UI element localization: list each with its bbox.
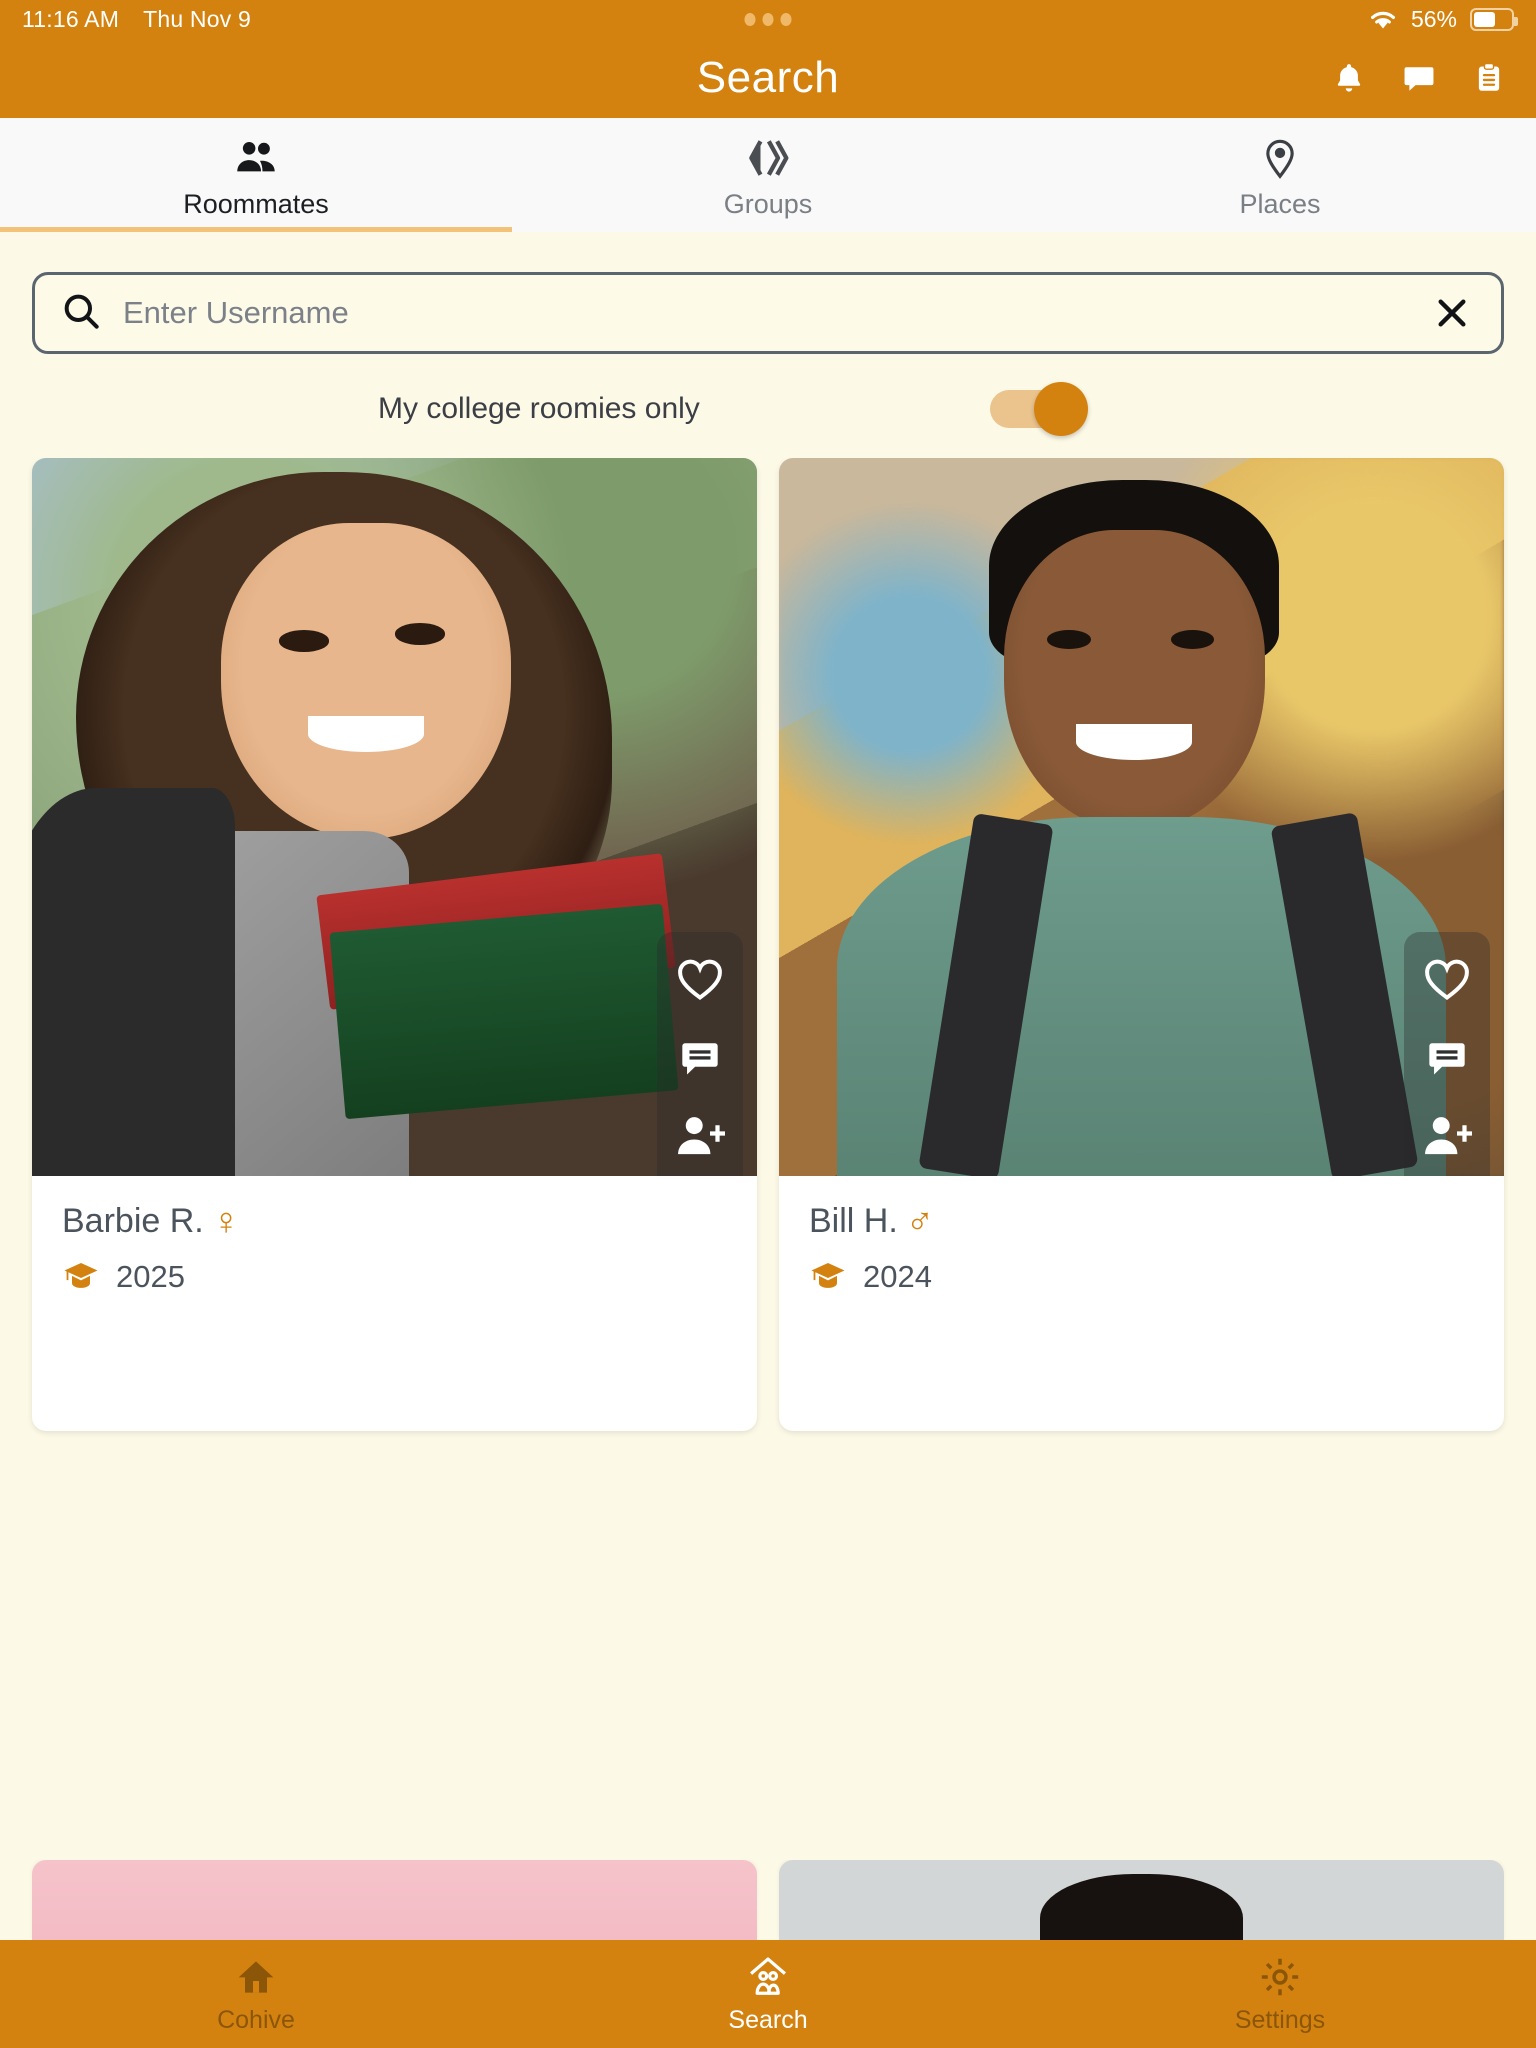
home-icon	[236, 1954, 276, 2000]
graduation-row: 2024	[809, 1259, 1474, 1295]
tab-label-places: Places	[1239, 189, 1321, 219]
gear-icon	[1259, 1954, 1301, 2000]
bottom-navigation: Cohive Search Settings	[0, 1940, 1536, 2048]
tab-label-groups: Groups	[723, 189, 813, 219]
nav-item-settings[interactable]: Settings	[1024, 1940, 1536, 2048]
nav-item-cohive[interactable]: Cohive	[0, 1940, 512, 2048]
gender-symbol-icon: ♂	[905, 1200, 935, 1243]
status-date: Thu Nov 9	[143, 5, 251, 32]
header-actions	[1328, 57, 1510, 99]
search-category-tabs: Roommates Groups Places	[0, 118, 1536, 232]
results-next-row-partial	[0, 1860, 1536, 1940]
roommate-card[interactable]: Bill H. ♂ 2024	[779, 458, 1504, 1431]
favorite-heart-icon[interactable]	[674, 954, 726, 1006]
search-people-house-icon	[746, 1954, 790, 2000]
card-name-row: Barbie R. ♀	[62, 1202, 727, 1241]
map-pin-icon	[1262, 136, 1298, 180]
recording-dots-icon	[744, 12, 792, 26]
messages-chat-icon[interactable]	[1398, 57, 1440, 99]
tab-roommates[interactable]: Roommates	[0, 118, 512, 232]
close-x-icon[interactable]	[1429, 290, 1475, 336]
card-action-rail	[657, 932, 743, 1176]
profile-name: Barbie R.	[62, 1202, 204, 1240]
app-header: Search	[0, 38, 1536, 118]
search-box[interactable]	[32, 272, 1504, 354]
roommate-card[interactable]: Barbie R. ♀ 2025	[32, 458, 757, 1431]
battery-percent: 56%	[1410, 5, 1457, 32]
graduation-row: 2025	[62, 1259, 727, 1295]
graduation-year: 2025	[116, 1259, 185, 1294]
graduation-year: 2024	[863, 1259, 932, 1294]
card-info: Barbie R. ♀ 2025	[32, 1176, 757, 1295]
card-info: Bill H. ♂ 2024	[779, 1176, 1504, 1295]
status-bar-right: 56%	[1368, 5, 1518, 33]
wifi-icon	[1368, 8, 1398, 30]
college-filter-row: My college roomies only	[0, 354, 1536, 458]
college-filter-toggle[interactable]	[989, 382, 1088, 436]
college-filter-label: My college roomies only	[378, 392, 700, 425]
app-root: 11:16 AM Thu Nov 9 56% Search Roommates …	[0, 0, 1536, 2048]
page-title: Search	[696, 53, 840, 102]
groups-chevrons-icon	[746, 136, 790, 180]
clipboard-list-icon[interactable]	[1468, 57, 1510, 99]
notifications-bell-icon[interactable]	[1328, 57, 1370, 99]
card-action-rail	[1404, 932, 1490, 1176]
status-bar: 11:16 AM Thu Nov 9 56%	[0, 0, 1536, 38]
add-friend-icon[interactable]	[674, 1110, 726, 1162]
nav-label-settings: Settings	[1234, 2005, 1326, 2034]
profile-photo	[779, 458, 1504, 1176]
status-bar-left: 11:16 AM Thu Nov 9	[22, 6, 251, 33]
gender-symbol-icon: ♀	[211, 1200, 241, 1243]
message-chat-icon[interactable]	[674, 1032, 726, 1084]
card-name-row: Bill H. ♂	[809, 1202, 1474, 1241]
tab-places[interactable]: Places	[1024, 118, 1536, 232]
nav-item-search[interactable]: Search	[512, 1940, 1024, 2048]
graduation-cap-icon	[62, 1260, 100, 1295]
status-time: 11:16 AM	[22, 5, 120, 32]
nav-label-cohive: Cohive	[217, 2005, 295, 2034]
search-icon	[61, 291, 101, 336]
results-grid: Barbie R. ♀ 2025 Bill H. ♂ 2024	[0, 458, 1536, 1860]
battery-icon	[1470, 7, 1518, 31]
profile-photo	[32, 458, 757, 1176]
message-chat-icon[interactable]	[1421, 1032, 1473, 1084]
tab-groups[interactable]: Groups	[512, 118, 1024, 232]
add-friend-icon[interactable]	[1421, 1110, 1473, 1162]
search-input[interactable]	[123, 295, 1407, 331]
favorite-heart-icon[interactable]	[1421, 954, 1473, 1006]
people-icon	[234, 136, 278, 180]
roommate-card-partial[interactable]	[779, 1860, 1504, 1940]
graduation-cap-icon	[809, 1260, 847, 1295]
profile-name: Bill H.	[809, 1202, 898, 1240]
tab-label-roommates: Roommates	[183, 189, 329, 219]
nav-label-search: Search	[728, 2005, 808, 2034]
search-section	[0, 232, 1536, 354]
roommate-card-partial[interactable]	[32, 1860, 757, 1940]
